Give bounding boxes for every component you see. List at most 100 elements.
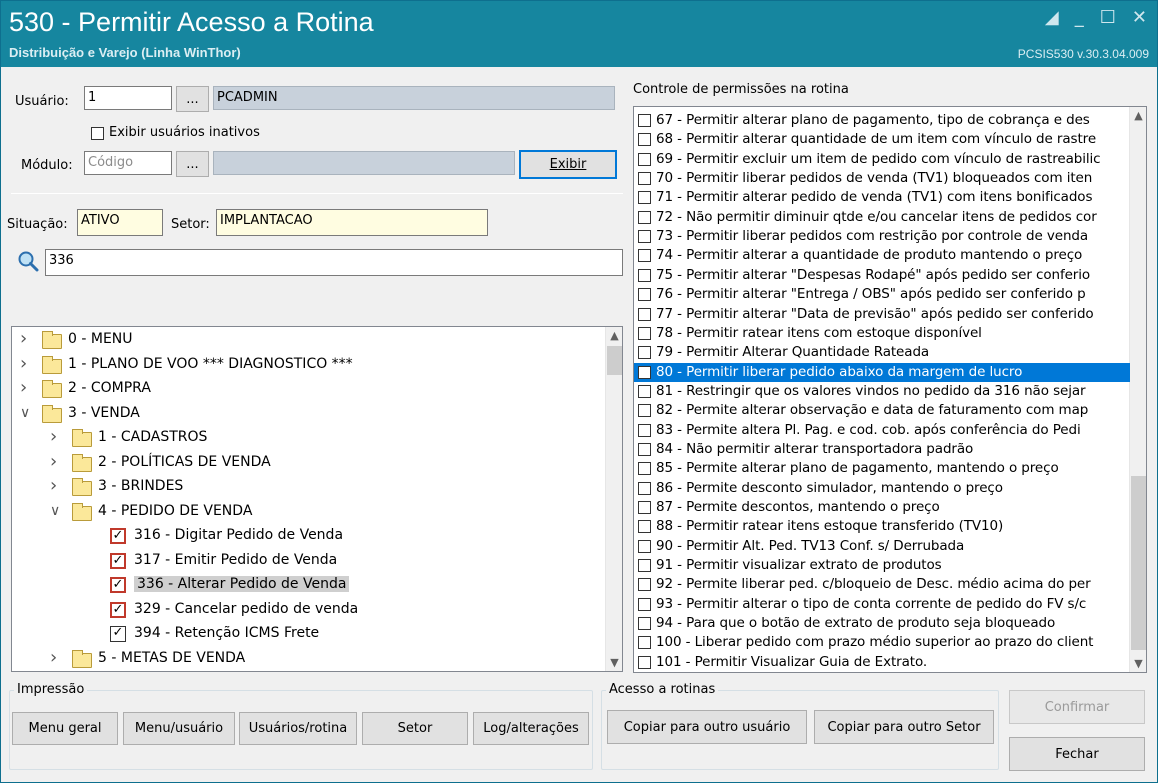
module-code-field[interactable]: Código (84, 151, 172, 175)
permission-item[interactable]: 88 - Permitir ratear itens estoque trans… (634, 517, 1130, 536)
permission-item[interactable]: 69 - Permitir excluir um item de pedido … (634, 150, 1130, 169)
restore-icon[interactable]: ◢ (1045, 7, 1059, 28)
tree-folder-item[interactable]: › 1 - PLANO DE VOO *** DIAGNOSTICO *** (12, 353, 606, 378)
permission-item[interactable]: 72 - Não permitir diminuir qtde e/ou can… (634, 208, 1130, 227)
menu-usuario-button[interactable]: Menu/usuário (123, 712, 235, 745)
permissions-list[interactable]: ▲ ▼ 67 - Permitir alterar plano de pagam… (633, 106, 1147, 673)
tree-folder-item[interactable]: › 2 - POLÍTICAS DE VENDA (12, 451, 606, 476)
close-icon[interactable]: ✕ (1132, 7, 1147, 28)
tree-routine-item[interactable]: ✓ 394 - Retenção ICMS Frete (12, 623, 606, 647)
permission-checkbox[interactable] (638, 249, 651, 263)
permission-checkbox[interactable] (638, 559, 651, 573)
title-bar[interactable]: 530 - Permitir Acesso a Rotina Distribui… (1, 1, 1157, 67)
permission-checkbox[interactable] (638, 288, 651, 302)
copy-to-sector-button[interactable]: Copiar para outro Setor (814, 710, 994, 744)
search-input[interactable]: 336 (45, 249, 623, 276)
show-button[interactable]: Exibir (519, 150, 617, 179)
permission-item[interactable]: 83 - Permite altera Pl. Pag. e cod. cob.… (634, 421, 1130, 440)
permission-checkbox[interactable] (638, 191, 651, 205)
permission-item[interactable]: 91 - Permitir visualizar extrato de prod… (634, 556, 1130, 575)
permission-checkbox[interactable] (638, 152, 651, 166)
permission-item[interactable]: 67 - Permitir alterar plano de pagamento… (634, 111, 1130, 130)
user-code-field[interactable]: 1 (84, 86, 172, 110)
tree-folder-item[interactable]: › 2 - COMPRA (12, 377, 606, 402)
permission-item[interactable]: 74 - Permitir alterar a quantidade de pr… (634, 246, 1130, 265)
permission-item[interactable]: 70 - Permitir liberar pedidos de venda (… (634, 169, 1130, 188)
show-inactive-checkbox[interactable] (91, 127, 104, 140)
permission-checkbox[interactable] (638, 462, 651, 476)
permission-checkbox[interactable] (638, 578, 651, 592)
permission-item[interactable]: 86 - Permite desconto simulador, mantend… (634, 479, 1130, 498)
permission-item[interactable]: 80 - Permitir liberar pedido abaixo da m… (634, 362, 1130, 382)
permission-item[interactable]: 92 - Permite liberar ped. c/bloqueio de … (634, 575, 1130, 594)
tree-routine-item[interactable]: ✓ 329 - Cancelar pedido de venda (12, 599, 606, 623)
permission-checkbox[interactable] (638, 539, 651, 553)
permission-item[interactable]: 85 - Permite alterar plano de pagamento,… (634, 459, 1130, 478)
close-button[interactable]: Fechar (1009, 737, 1145, 771)
tree-folder-item[interactable]: ∨ 3 - VENDA (12, 403, 606, 427)
permission-checkbox[interactable] (638, 617, 651, 631)
permission-checkbox[interactable] (638, 307, 651, 321)
scroll-down-icon[interactable]: ▼ (606, 654, 622, 671)
tree-routine-item[interactable]: ✓ 316 - Digitar Pedido de Venda (12, 525, 606, 549)
tree-folder-item[interactable]: › 5 - METAS DE VENDA (12, 647, 606, 672)
chevron-down-icon[interactable]: ∨ (20, 405, 30, 421)
scroll-up-icon[interactable]: ▲ (606, 327, 622, 344)
permission-checkbox[interactable] (638, 501, 651, 514)
permission-checkbox[interactable] (638, 423, 651, 437)
permission-checkbox[interactable] (638, 172, 651, 186)
permission-checkbox[interactable] (638, 442, 651, 456)
permission-item[interactable]: 87 - Permite descontos, mantendo o preço (634, 498, 1130, 517)
chevron-right-icon[interactable]: › (50, 671, 57, 672)
tree-routine-item[interactable]: ✓ 336 - Alterar Pedido de Venda (12, 574, 606, 598)
permission-checkbox[interactable] (638, 404, 651, 418)
permission-checkbox[interactable] (638, 326, 651, 340)
usuarios-rotina-button[interactable]: Usuários/rotina (239, 712, 357, 745)
chevron-right-icon[interactable]: › (20, 353, 27, 374)
permission-item[interactable]: 77 - Permitir alterar "Data de previsão"… (634, 305, 1130, 324)
permission-item[interactable]: 100 - Liberar pedido com prazo médio sup… (634, 633, 1130, 652)
permission-checkbox[interactable] (638, 520, 651, 534)
tree-scrollbar[interactable]: ▲ ▼ (605, 327, 622, 671)
setor-button[interactable]: Setor (362, 712, 468, 745)
permission-item[interactable]: 68 - Permitir alterar quantidade de um i… (634, 130, 1130, 149)
permission-checkbox[interactable] (638, 346, 651, 360)
permission-checkbox[interactable] (638, 268, 651, 282)
menu-geral-button[interactable]: Menu geral (12, 712, 118, 745)
permission-item[interactable]: 81 - Restringir que os valores vindos no… (634, 382, 1130, 401)
permission-item[interactable]: 71 - Permitir alterar pedido de venda (T… (634, 188, 1130, 207)
permission-item[interactable]: 82 - Permite alterar observação e data d… (634, 401, 1130, 420)
routine-checkbox[interactable]: ✓ (110, 552, 126, 569)
permission-checkbox[interactable] (638, 481, 651, 495)
maximize-icon[interactable]: ☐ (1100, 7, 1116, 28)
permission-checkbox[interactable] (638, 230, 651, 244)
chevron-right-icon[interactable]: › (50, 647, 57, 668)
scroll-up-icon[interactable]: ▲ (1130, 107, 1146, 124)
chevron-right-icon[interactable]: › (20, 377, 27, 398)
permission-item[interactable]: 73 - Permitir liberar pedidos com restri… (634, 227, 1130, 246)
permission-checkbox[interactable] (638, 133, 651, 147)
tree-folder-item[interactable]: › 1 - CADASTROS (12, 426, 606, 451)
permission-item[interactable]: 75 - Permitir alterar "Despesas Rodapé" … (634, 266, 1130, 285)
permission-checkbox[interactable] (638, 114, 651, 127)
permission-item[interactable]: 90 - Permitir Alt. Ped. TV13 Conf. s/ De… (634, 537, 1130, 556)
permissions-scrollbar[interactable]: ▲ ▼ (1129, 107, 1146, 672)
chevron-right-icon[interactable]: › (50, 426, 57, 447)
tree-folder-item[interactable]: › 0 - MENU (12, 328, 606, 353)
permission-checkbox[interactable] (638, 365, 651, 379)
confirm-button[interactable]: Confirmar (1009, 690, 1145, 724)
permission-item[interactable]: 101 - Permitir Visualizar Guia de Extrat… (634, 653, 1130, 672)
chevron-right-icon[interactable]: › (50, 475, 57, 496)
routine-checkbox[interactable]: ✓ (110, 577, 126, 593)
permission-item[interactable]: 78 - Permitir ratear itens com estoque d… (634, 324, 1130, 343)
log-alteracoes-button[interactable]: Log/alterações (473, 712, 589, 745)
routine-checkbox[interactable]: ✓ (110, 528, 126, 544)
permission-checkbox[interactable] (638, 655, 651, 669)
permission-checkbox[interactable] (638, 384, 651, 398)
permission-item[interactable]: 76 - Permitir alterar "Entrega / OBS" ap… (634, 285, 1130, 304)
chevron-down-icon[interactable]: ∨ (50, 503, 60, 519)
permissions-scroll-thumb[interactable] (1131, 476, 1146, 650)
permission-item[interactable]: 79 - Permitir Alterar Quantidade Rateada (634, 343, 1130, 362)
chevron-right-icon[interactable]: › (20, 328, 27, 349)
permission-checkbox[interactable] (638, 597, 651, 611)
